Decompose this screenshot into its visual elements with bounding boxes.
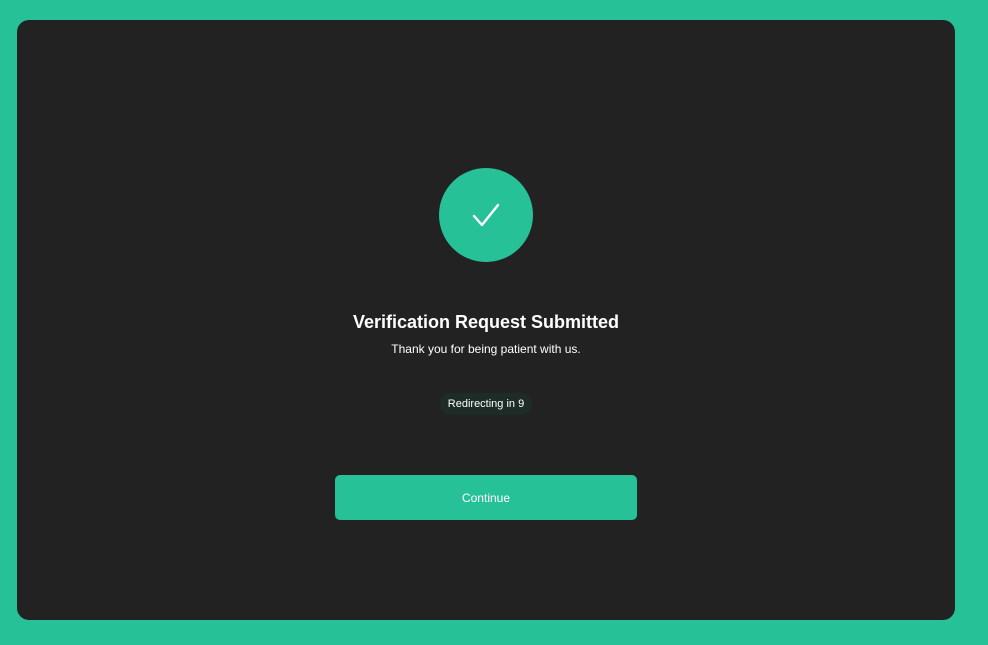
page-title: Verification Request Submitted — [352, 312, 620, 332]
redirect-countdown-badge: Redirecting in 9 — [439, 393, 533, 415]
continue-button[interactable]: Continue — [335, 475, 637, 520]
success-badge — [439, 168, 533, 262]
redirect-badge-container: Redirecting in 9 — [17, 393, 955, 415]
checkmark-icon — [472, 203, 500, 227]
confirmation-card: Verification Request Submitted Thank you… — [17, 20, 955, 620]
status-message: Thank you for being patient with us. — [391, 342, 581, 356]
